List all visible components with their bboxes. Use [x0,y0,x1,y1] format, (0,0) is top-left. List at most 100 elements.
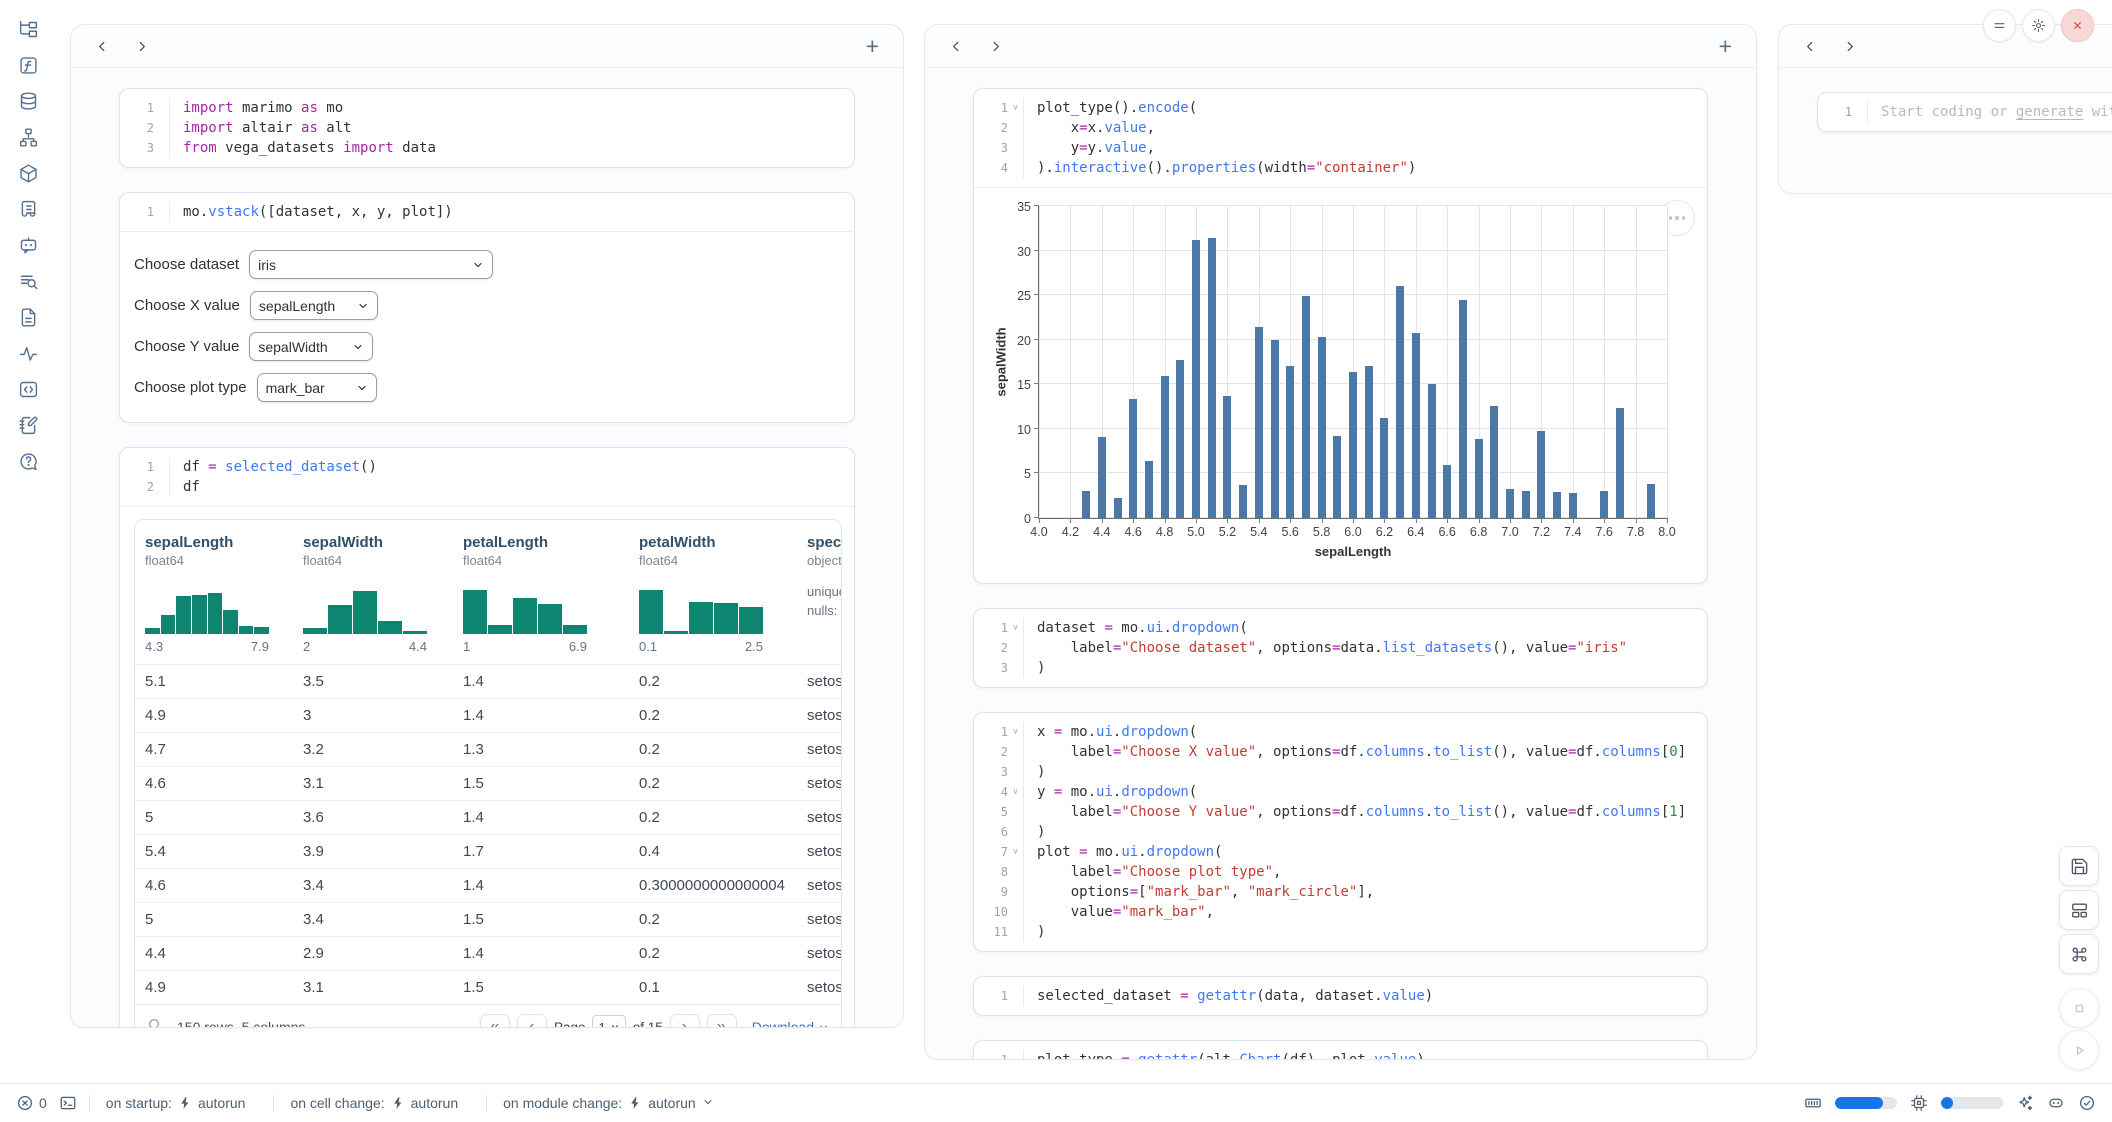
tracing-icon[interactable] [13,338,43,368]
code-line[interactable]: 2 label="Choose X value", options=df.col… [980,742,1697,762]
chart-bar[interactable] [1443,465,1451,518]
cell-selected-dataset[interactable]: 1selected_dataset = getattr(data, datase… [973,976,1708,1016]
next-page-button[interactable] [670,1014,700,1028]
code-line[interactable]: 1mo.vstack([dataset, x, y, plot]) [126,202,844,222]
fold-chevron-icon[interactable]: ∨ [1008,842,1023,862]
error-count-indicator[interactable]: 0 [16,1094,47,1112]
on-cell-change-setting[interactable]: on cell change: autorun [273,1095,474,1111]
page-number-select[interactable]: 1 [592,1015,625,1028]
download-button[interactable]: Download [752,1019,829,1028]
chart-bar[interactable] [1098,437,1106,518]
code-editor[interactable]: 1import marimo as mo2import altair as al… [120,89,854,167]
fold-chevron-icon[interactable]: ∨ [1008,722,1023,742]
cell-plot[interactable]: 1∨plot_type().encode(2 x=x.value,3 y=y.v… [973,88,1708,584]
x-value-select[interactable]: sepalLength [250,291,378,320]
chart-bar[interactable] [1380,418,1388,518]
chart-bar[interactable] [1600,491,1608,518]
table-row[interactable]: 4.63.11.50.2setosa [135,766,841,800]
code-line[interactable]: 7∨plot = mo.ui.dropdown( [980,842,1697,862]
chart-bar[interactable] [1208,238,1216,518]
dataset-select[interactable]: iris [249,250,493,279]
code-editor[interactable]: 1plot_type = getattr(alt.Chart(df), plot… [974,1041,1707,1060]
ai-assist-button[interactable] [2016,1094,2034,1112]
search-outline-icon[interactable] [13,266,43,296]
terminal-button[interactable] [59,1094,77,1112]
code-line[interactable]: 1selected_dataset = getattr(data, datase… [980,986,1697,1006]
column1-next-button[interactable] [129,33,155,59]
dependencies-icon[interactable] [13,122,43,152]
layout-toggle-button[interactable] [2059,890,2099,930]
code-line[interactable]: 2 x=x.value, [980,118,1697,138]
code-line[interactable]: 1∨x = mo.ui.dropdown( [980,722,1697,742]
chart-bar[interactable] [1271,340,1279,518]
table-row[interactable]: 53.41.50.2setosa [135,902,841,936]
code-line[interactable]: 3) [980,762,1697,782]
scratchpad-icon[interactable] [13,410,43,440]
chart-bar[interactable] [1255,327,1263,518]
fold-chevron-icon[interactable]: ∨ [1008,782,1023,802]
copilot-button[interactable] [2047,1094,2065,1112]
column-header[interactable]: petalLengthfloat6416.9 [453,534,629,658]
code-line[interactable]: 1plot_type = getattr(alt.Chart(df), plot… [980,1050,1697,1060]
column3-next-button[interactable] [1837,33,1863,59]
chart-bar[interactable] [1459,300,1467,518]
table-row[interactable]: 4.931.40.2setosa [135,698,841,732]
y-value-select[interactable]: sepalWidth [249,332,373,361]
table-row[interactable]: 4.63.41.40.3000000000000004setosa [135,868,841,902]
code-editor[interactable]: 1df = selected_dataset()2df [120,448,854,506]
column-header[interactable]: speciesobjectunique:nulls: [797,534,841,658]
chart-bar[interactable] [1490,406,1498,518]
column2-prev-button[interactable] [943,33,969,59]
stop-kernel-button[interactable] [2059,988,2099,1028]
table-row[interactable]: 4.42.91.40.2setosa [135,936,841,970]
chart-bar[interactable] [1553,492,1561,518]
chart-bar[interactable] [1475,439,1483,518]
run-all-button[interactable] [2059,1030,2099,1070]
fold-chevron-icon[interactable]: ∨ [1008,98,1023,118]
ai-chat-icon[interactable] [13,230,43,260]
code-line[interactable]: 6) [980,822,1697,842]
code-editor[interactable]: 1selected_dataset = getattr(data, datase… [974,977,1707,1015]
code-line[interactable]: 4).interactive().properties(width="conta… [980,158,1697,178]
cell-vstack[interactable]: 1mo.vstack([dataset, x, y, plot]) Choose… [119,192,855,423]
chart-bar[interactable] [1286,366,1294,518]
code-editor[interactable]: 1∨x = mo.ui.dropdown(2 label="Choose X v… [974,713,1707,951]
table-row[interactable]: 5.13.51.40.2setosa [135,664,841,698]
bar-chart[interactable]: sepalWidth sepalLength 4.04.24.44.64.85.… [1038,206,1667,519]
chart-bar[interactable] [1176,360,1184,518]
last-page-button[interactable] [707,1014,737,1028]
cell-empty-editor[interactable]: 1 Start coding or generate with AI [1817,92,2112,132]
column2-next-button[interactable] [983,33,1009,59]
cell-dataframe[interactable]: 1df = selected_dataset()2df sepalLengthf… [119,447,855,1028]
cell-dataset-dropdown[interactable]: 1∨dataset = mo.ui.dropdown(2 label="Choo… [973,608,1708,688]
prev-page-button[interactable] [517,1014,547,1028]
code-line[interactable]: 1∨dataset = mo.ui.dropdown( [980,618,1697,638]
chart-bar[interactable] [1082,491,1090,518]
table-row[interactable]: 4.73.21.30.2setosa [135,732,841,766]
cell-plot-type[interactable]: 1plot_type = getattr(alt.Chart(df), plot… [973,1040,1708,1060]
keyboard-shortcuts-button[interactable] [2059,934,2099,974]
chart-bar[interactable] [1223,396,1231,518]
cell-imports[interactable]: 1import marimo as mo2import altair as al… [119,88,855,168]
chart-bar[interactable] [1506,489,1514,518]
settings-button[interactable] [2022,9,2055,42]
table-row[interactable]: 53.61.40.2setosa [135,800,841,834]
column3-prev-button[interactable] [1797,33,1823,59]
code-line[interactable]: 8 label="Choose plot type", [980,862,1697,882]
chart-bar[interactable] [1114,498,1122,519]
on-startup-setting[interactable]: on startup: autorun [89,1095,262,1111]
chart-bar[interactable] [1333,436,1341,518]
connection-status-button[interactable] [2078,1094,2096,1112]
code-line[interactable]: 2import altair as alt [126,118,844,138]
chart-bar[interactable] [1145,461,1153,518]
code-editor[interactable]: 1mo.vstack([dataset, x, y, plot]) [120,193,854,231]
chart-bar[interactable] [1161,376,1169,518]
table-row[interactable]: 5.43.91.70.4setosa [135,834,841,868]
chart-bar[interactable] [1647,484,1655,518]
plot-type-select[interactable]: mark_bar [257,373,377,402]
chart-bar[interactable] [1192,240,1200,518]
first-page-button[interactable] [480,1014,510,1028]
code-line[interactable]: 10 value="mark_bar", [980,902,1697,922]
chart-bar[interactable] [1318,337,1326,518]
column-header[interactable]: sepalWidthfloat6424.4 [293,534,453,658]
